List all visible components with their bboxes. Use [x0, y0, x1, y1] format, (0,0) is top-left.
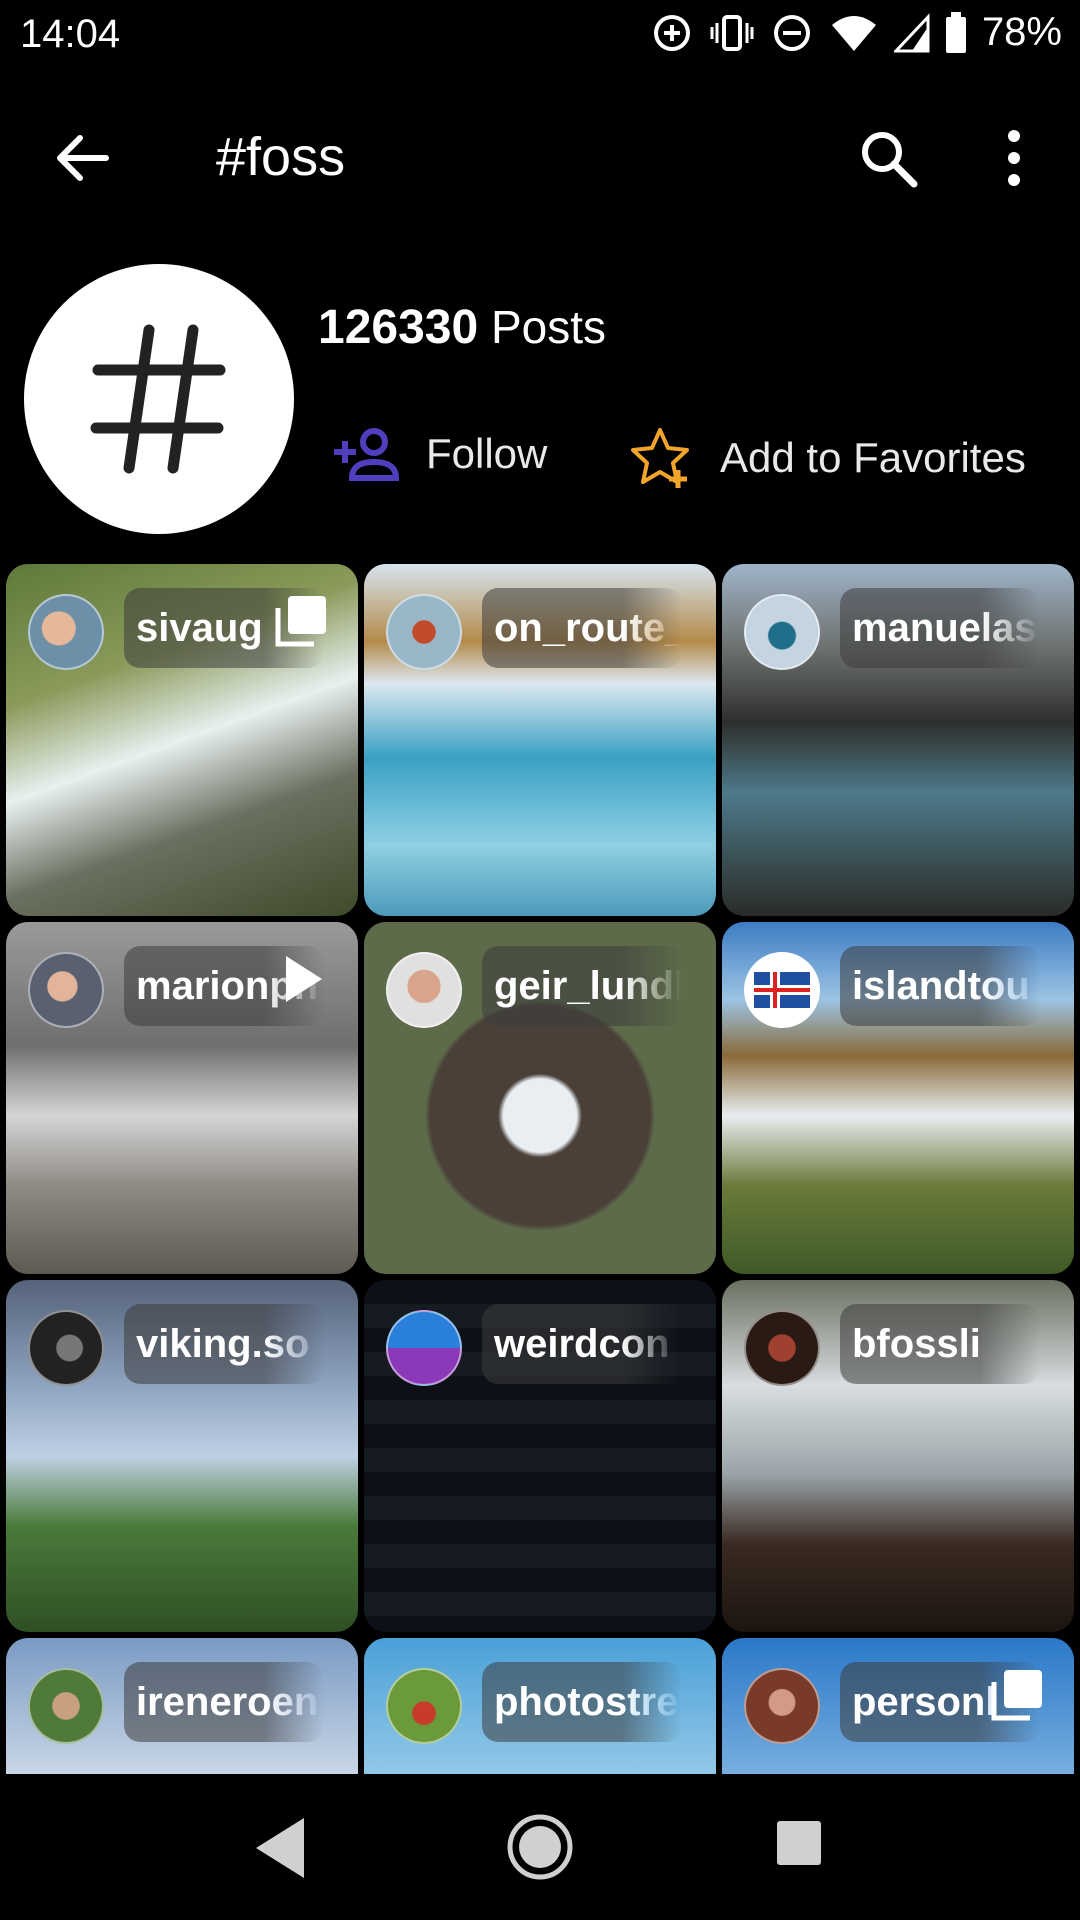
avatar	[744, 1668, 820, 1744]
post-count: 126330 Posts	[318, 301, 606, 354]
signal-icon	[893, 12, 930, 52]
post-tile[interactable]: on_route_	[364, 564, 716, 916]
hashtag-icon	[90, 324, 226, 474]
username-label: manuelas	[840, 588, 1040, 668]
video-play-icon	[286, 956, 322, 1002]
multi-image-icon	[275, 596, 326, 647]
avatar	[28, 1668, 104, 1744]
nav-home-icon[interactable]	[505, 1812, 575, 1882]
do-not-disturb-icon	[773, 14, 810, 51]
status-time: 14:04	[20, 12, 121, 56]
back-arrow-icon[interactable]	[50, 126, 114, 190]
person-add-icon	[334, 428, 400, 481]
avatar	[386, 594, 462, 670]
username-label: weirdcon	[482, 1304, 682, 1384]
username-label: bfossli	[840, 1304, 1040, 1384]
post-tile[interactable]: ireneroen	[6, 1638, 358, 1774]
flag-icon	[754, 972, 810, 1008]
page-title: #foss	[216, 127, 346, 187]
more-options-icon[interactable]	[1000, 126, 1028, 190]
add-to-favorites-button[interactable]: Add to Favorites	[630, 426, 1026, 490]
post-tile[interactable]: viking.so	[6, 1280, 358, 1632]
post-tile[interactable]: marionph	[6, 922, 358, 1274]
favorites-label: Add to Favorites	[720, 434, 1026, 481]
username-label: on_route_	[482, 588, 682, 668]
post-tile[interactable]: geir_lundl	[364, 922, 716, 1274]
avatar	[28, 1310, 104, 1386]
battery-percent: 78%	[981, 10, 1062, 54]
post-tile[interactable]: sivaug	[6, 564, 358, 916]
status-bar: 14:04 78%	[0, 0, 1080, 76]
follow-button[interactable]: Follow	[330, 426, 547, 482]
post-tile[interactable]: islandtou	[722, 922, 1074, 1274]
avatar	[28, 952, 104, 1028]
avatar	[744, 594, 820, 670]
avatar	[744, 1310, 820, 1386]
app-bar: #foss	[0, 100, 1080, 212]
hashtag-avatar	[24, 264, 294, 534]
data-saver-icon	[653, 14, 690, 51]
username-label: geir_lundl	[482, 946, 682, 1026]
nav-recents-icon[interactable]	[776, 1820, 822, 1866]
status-icons: 78%	[650, 10, 1062, 55]
system-navigation-bar	[0, 1776, 1080, 1920]
username-label: viking.so	[124, 1304, 324, 1384]
post-tile[interactable]: photostre	[364, 1638, 716, 1774]
nav-back-icon[interactable]	[252, 1814, 312, 1882]
iceland-flag-avatar	[744, 952, 820, 1028]
post-tile[interactable]: weirdcon	[364, 1280, 716, 1632]
avatar	[386, 952, 462, 1028]
posts-grid: sivaug on_route_ manuelas marionph geir_…	[6, 564, 1074, 1774]
username-label: islandtou	[840, 946, 1040, 1026]
vibrate-icon	[710, 14, 754, 51]
follow-label: Follow	[426, 430, 548, 477]
search-icon[interactable]	[856, 126, 920, 190]
avatar	[386, 1310, 462, 1386]
post-tile[interactable]: personl	[722, 1638, 1074, 1774]
wifi-icon	[831, 15, 876, 51]
post-tile[interactable]: bfossli	[722, 1280, 1074, 1632]
username-label: photostre	[482, 1662, 682, 1742]
avatar	[386, 1668, 462, 1744]
battery-icon	[945, 11, 966, 53]
post-tile[interactable]: manuelas	[722, 564, 1074, 916]
multi-image-icon	[991, 1670, 1042, 1721]
avatar	[28, 594, 104, 670]
username-label: ireneroen	[124, 1662, 324, 1742]
star-add-icon	[631, 428, 689, 488]
